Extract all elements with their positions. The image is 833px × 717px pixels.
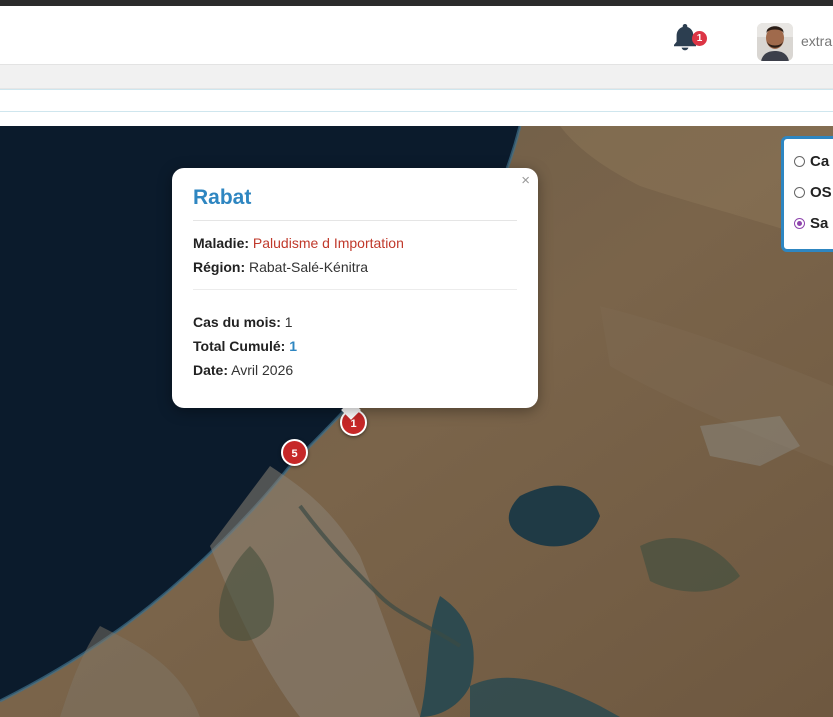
close-icon[interactable]: × (521, 172, 530, 189)
total-value: 1 (289, 338, 297, 354)
notification-badge: 1 (692, 31, 707, 46)
map-marker[interactable]: 5 (281, 439, 308, 466)
popup-cases-row: Cas du mois: 1 (193, 310, 517, 334)
popup-region-row: Région: Rabat-Salé-Kénitra (193, 255, 517, 279)
map-popup: × Rabat Maladie: Paludisme d Importation… (172, 168, 538, 408)
layer-option-label: OS (810, 184, 832, 201)
layer-control: Ca OS Sa (781, 136, 833, 252)
disease-label: Maladie: (193, 235, 250, 251)
radio-icon[interactable] (794, 218, 805, 229)
popup-divider (193, 289, 517, 290)
popup-title: Rabat (193, 186, 517, 221)
region-label: Région: (193, 259, 246, 275)
date-value: Avril 2026 (231, 362, 294, 378)
layer-option[interactable]: OS (794, 184, 832, 201)
cases-label: Cas du mois: (193, 314, 281, 330)
layer-option[interactable]: Sa (794, 215, 828, 232)
region-value: Rabat-Salé-Kénitra (249, 259, 369, 275)
layer-option-label: Ca (810, 153, 830, 170)
total-label: Total Cumulé: (193, 338, 286, 354)
radio-icon[interactable] (794, 187, 805, 198)
popup-date-row: Date: Avril 2026 (193, 358, 517, 382)
cases-value: 1 (284, 314, 293, 330)
layer-option[interactable]: Ca (794, 153, 829, 170)
filter-bar (0, 89, 833, 112)
disease-value: Paludisme d Importation (252, 235, 404, 251)
popup-disease-row: Maladie: Paludisme d Importation (193, 231, 517, 255)
top-navbar: 1 extra (0, 6, 833, 65)
secondary-toolbar (0, 65, 833, 89)
username-label[interactable]: extra (801, 33, 832, 49)
radio-icon[interactable] (794, 156, 805, 167)
layer-option-label: Sa (810, 215, 829, 232)
avatar[interactable] (757, 23, 793, 61)
date-label: Date: (193, 362, 229, 378)
popup-total-row: Total Cumulé: 1 (193, 334, 517, 358)
